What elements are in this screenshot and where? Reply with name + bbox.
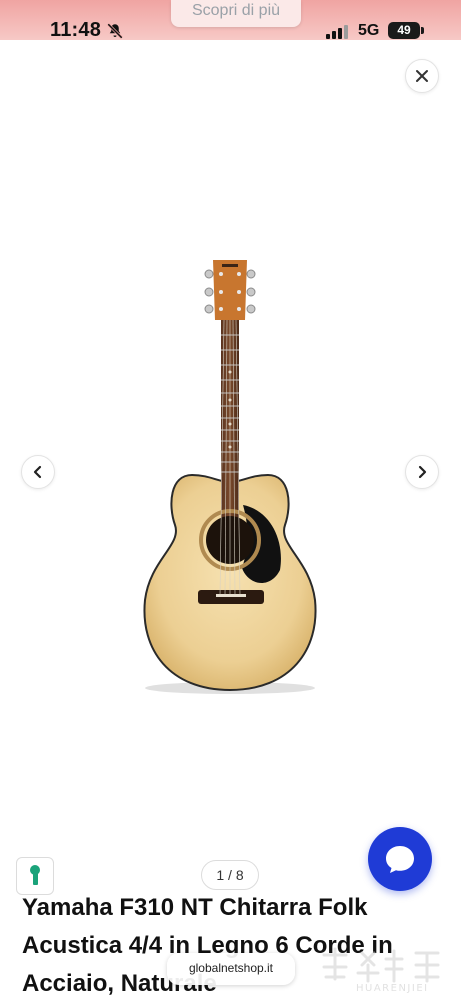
close-button[interactable]: [405, 59, 439, 93]
chevron-right-icon: [418, 465, 427, 479]
battery-level-text: 49: [397, 23, 411, 37]
bell-muted-icon: [107, 23, 123, 39]
watermark-logo: [322, 947, 440, 983]
chat-bubble-icon: [386, 846, 414, 873]
key-icon: [30, 865, 40, 885]
battery-indicator: 49: [388, 22, 420, 39]
product-title-line: Yamaha F310 NT Chitarra Folk: [22, 894, 368, 921]
guitar-product-image: [143, 260, 317, 694]
chat-button[interactable]: [368, 827, 432, 891]
learn-more-pill[interactable]: Scopri di più: [171, 0, 301, 27]
cellular-signal-icon: [326, 25, 348, 39]
image-page-indicator: 1 / 8: [201, 860, 259, 890]
chevron-left-icon: [33, 465, 42, 479]
next-image-button[interactable]: [405, 455, 439, 489]
battery-tip: [421, 27, 424, 34]
watermark-text: HUARENJIEI: [356, 983, 429, 994]
watermark: HUARENJIEI: [316, 945, 456, 997]
close-icon: [416, 70, 428, 82]
screen: 11:48 5G 49 Scopri di più 1 / 8 Yamaha F…: [0, 0, 461, 1000]
network-type: 5G: [358, 22, 380, 39]
status-time: 11:48: [50, 19, 102, 41]
browser-url-pill[interactable]: globalnetshop.it: [167, 953, 295, 985]
previous-image-button[interactable]: [21, 455, 55, 489]
